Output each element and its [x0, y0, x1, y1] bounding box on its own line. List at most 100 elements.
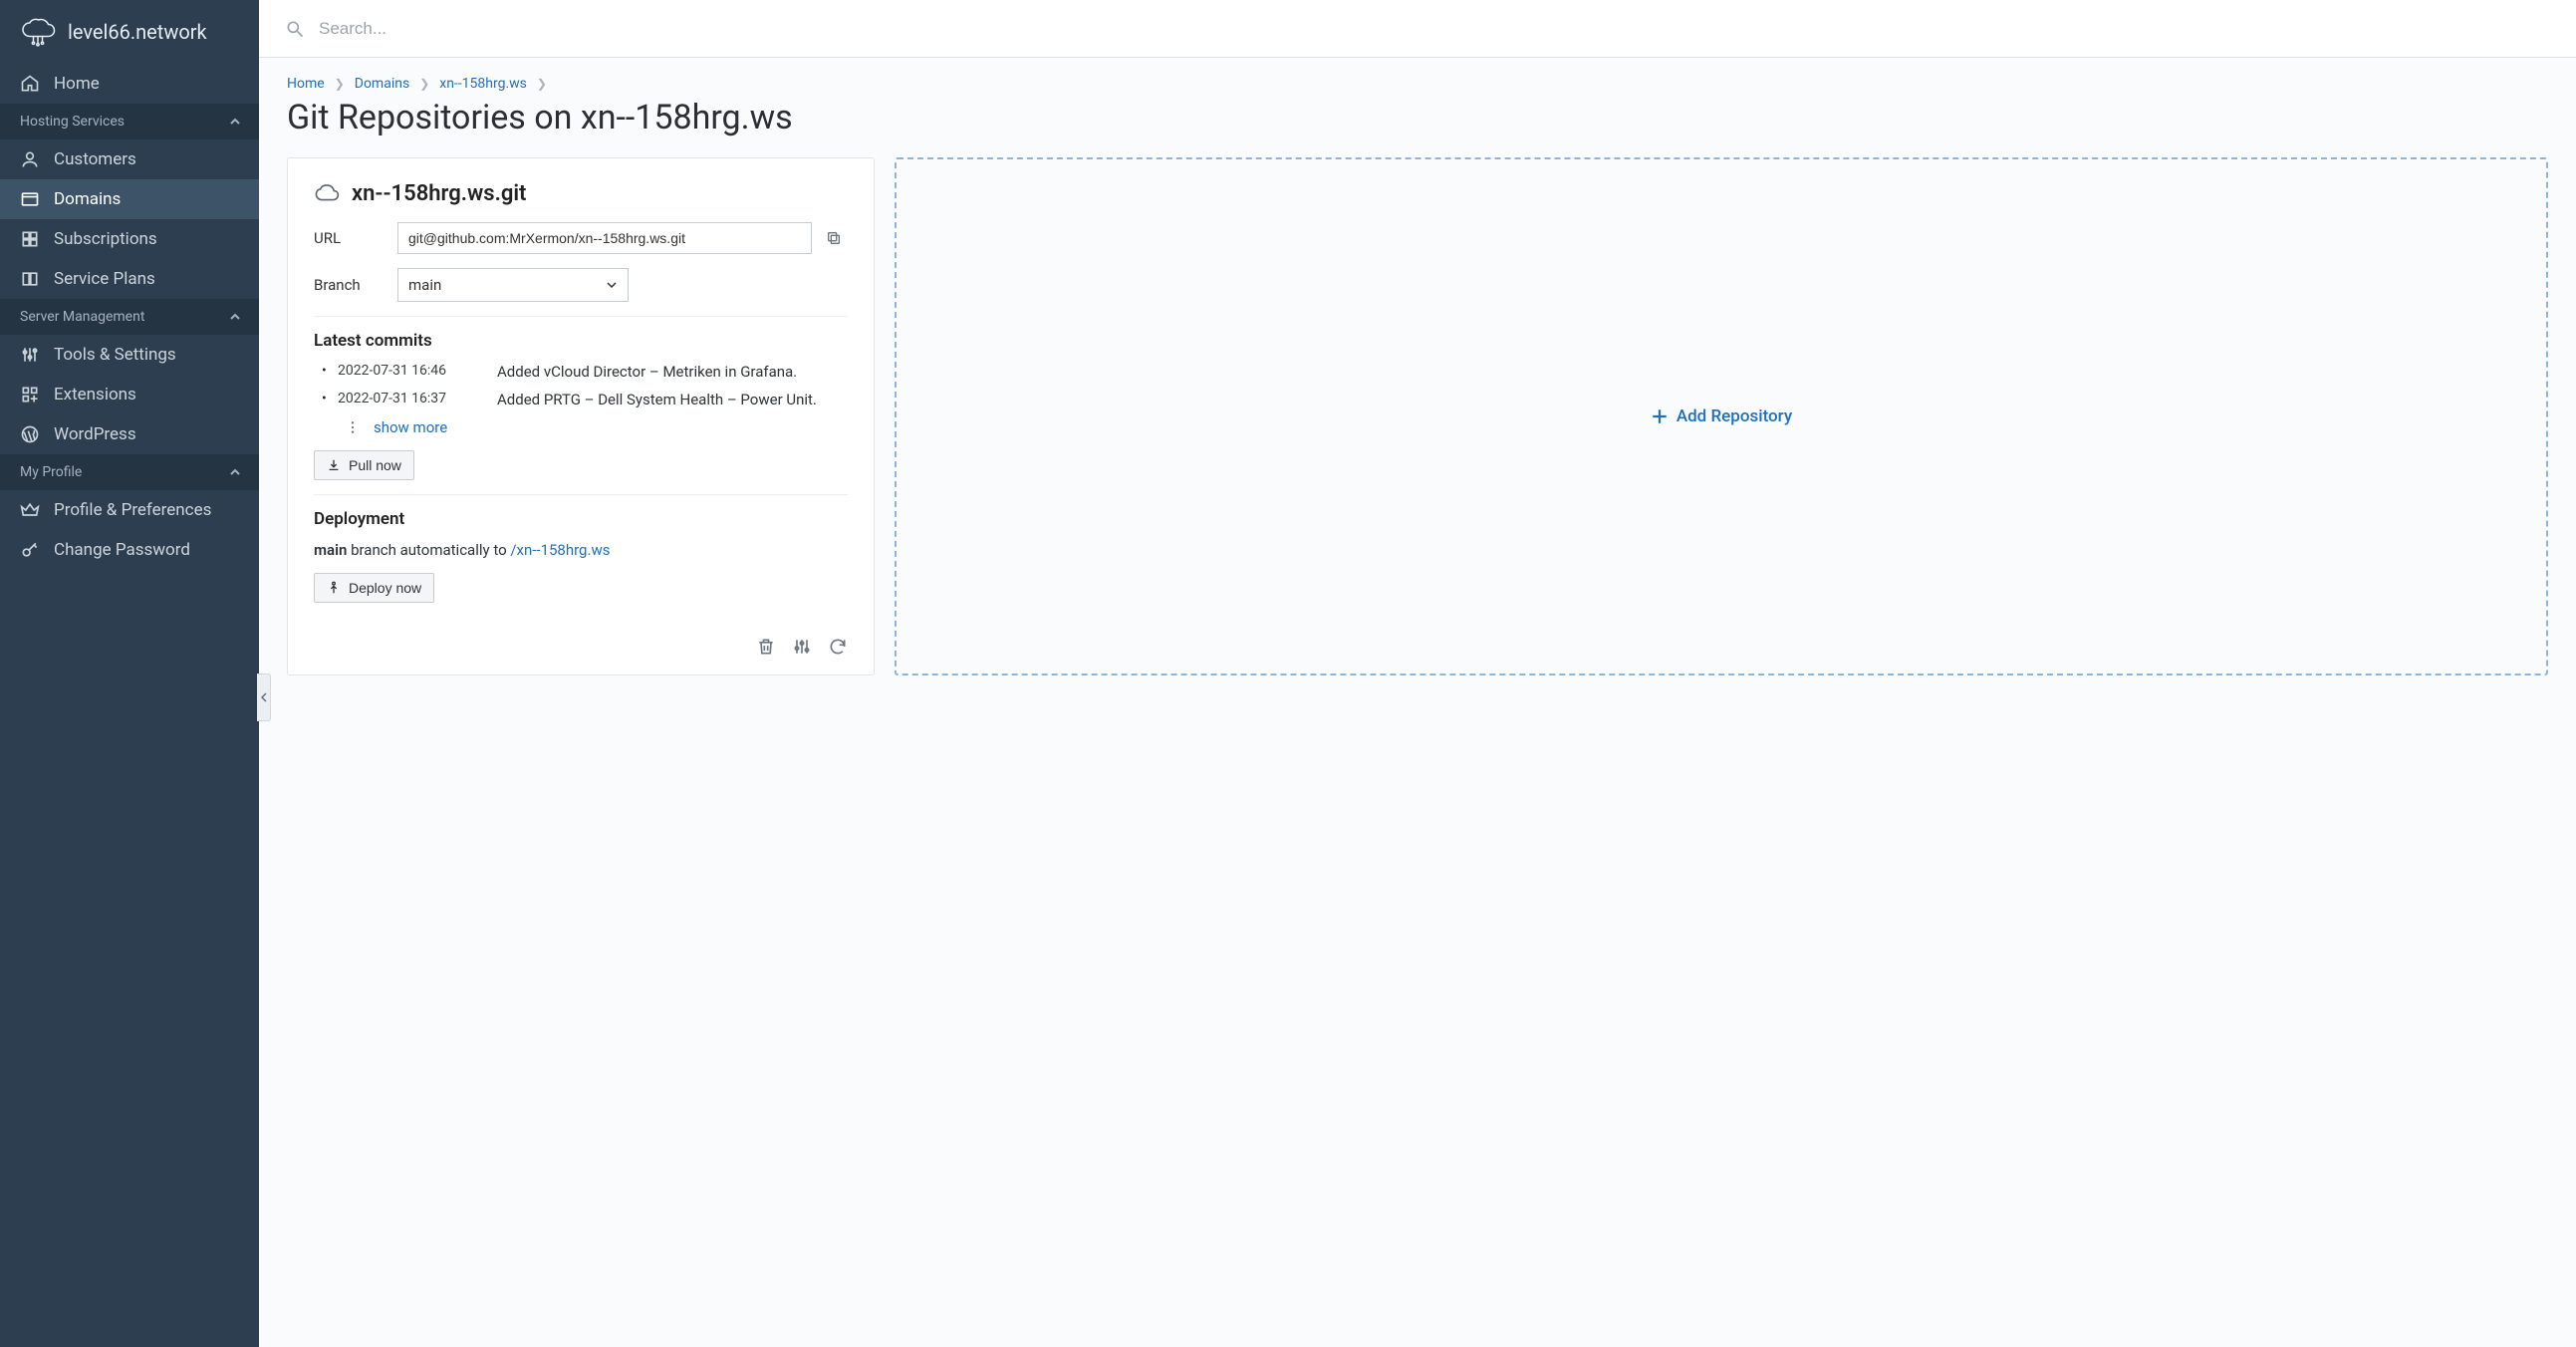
- breadcrumb: Home ❯ Domains ❯ xn--158hrg.ws ❯: [287, 76, 2548, 92]
- nav-wordpress[interactable]: WordPress: [0, 414, 259, 454]
- divider: [314, 494, 848, 495]
- nav-label: Service Plans: [54, 269, 155, 289]
- nav-profile-prefs[interactable]: Profile & Preferences: [0, 490, 259, 530]
- refresh-icon[interactable]: [828, 637, 848, 657]
- sliders-icon: [20, 345, 40, 365]
- nav-service-plans[interactable]: Service Plans: [0, 259, 259, 299]
- trash-icon[interactable]: [756, 637, 776, 657]
- add-repo-label: Add Repository: [1676, 406, 1792, 426]
- settings-sliders-icon[interactable]: [792, 637, 812, 657]
- section-hosting[interactable]: Hosting Services: [0, 104, 259, 139]
- commit-list: 2022-07-31 16:46 Added vCloud Director –…: [314, 363, 848, 436]
- copy-icon: [826, 230, 842, 246]
- cloud-icon: [314, 180, 340, 206]
- branch-select[interactable]: main: [397, 268, 629, 302]
- repo-name: xn--158hrg.ws.git: [352, 181, 526, 206]
- commit-message: Added PRTG – Dell System Health – Power …: [497, 391, 848, 408]
- branch-value: main: [408, 276, 441, 294]
- chevron-right-icon: ❯: [419, 77, 429, 91]
- url-row: URL: [314, 222, 848, 254]
- nav-label: Change Password: [54, 540, 190, 560]
- chevron-down-icon: [606, 279, 618, 291]
- nav-extensions[interactable]: Extensions: [0, 375, 259, 414]
- nav-label: Customers: [54, 149, 136, 169]
- grid-plus-icon: [20, 385, 40, 404]
- branch-label: Branch: [314, 276, 397, 294]
- download-icon: [327, 458, 341, 472]
- deploy-mid: branch automatically to: [347, 541, 510, 559]
- commits-heading: Latest commits: [314, 331, 848, 351]
- brand-text: level66.network: [68, 20, 207, 44]
- card-footer: [314, 633, 848, 657]
- nav-customers[interactable]: Customers: [0, 139, 259, 179]
- chevron-left-icon: [260, 692, 268, 702]
- search-icon: [285, 19, 305, 39]
- url-input[interactable]: [397, 222, 812, 254]
- more-vertical-icon: [346, 420, 360, 434]
- chevron-right-icon: ❯: [335, 77, 345, 91]
- nav-label: WordPress: [54, 424, 136, 444]
- chevron-up-icon: [229, 311, 241, 323]
- content: Home ❯ Domains ❯ xn--158hrg.ws ❯ Git Rep…: [259, 58, 2576, 1347]
- section-label: Server Management: [20, 309, 144, 325]
- nav-change-password[interactable]: Change Password: [0, 530, 259, 570]
- repo-card: xn--158hrg.ws.git URL Branch: [287, 157, 875, 675]
- topbar: [259, 0, 2576, 58]
- deploy-path-link[interactable]: /xn--158hrg.ws: [510, 541, 610, 559]
- commit-row: 2022-07-31 16:37 Added PRTG – Dell Syste…: [338, 391, 848, 408]
- deploy-icon: [327, 581, 341, 595]
- cards-row: xn--158hrg.ws.git URL Branch: [287, 157, 2548, 675]
- chevron-right-icon: ❯: [537, 77, 547, 91]
- book-icon: [20, 269, 40, 289]
- plus-icon: [1651, 407, 1669, 425]
- nav-label: Domains: [54, 189, 121, 209]
- section-label: Hosting Services: [20, 114, 125, 130]
- commit-row: 2022-07-31 16:46 Added vCloud Director –…: [338, 363, 848, 381]
- section-server[interactable]: Server Management: [0, 299, 259, 335]
- brand-logo[interactable]: level66.network: [0, 0, 259, 64]
- deploy-branch: main: [314, 541, 347, 559]
- nav-subscriptions[interactable]: Subscriptions: [0, 219, 259, 259]
- sidebar: level66.network Home Hosting Services Cu…: [0, 0, 259, 1347]
- commit-message: Added vCloud Director – Metriken in Graf…: [497, 363, 848, 381]
- commit-date: 2022-07-31 16:37: [338, 391, 497, 406]
- user-icon: [20, 149, 40, 169]
- search-input[interactable]: [319, 19, 717, 39]
- button-label: Deploy now: [349, 580, 421, 596]
- breadcrumb-domain[interactable]: xn--158hrg.ws: [439, 76, 527, 92]
- grid-icon: [20, 229, 40, 249]
- show-more-link[interactable]: show more: [374, 418, 447, 436]
- nav-label: Profile & Preferences: [54, 500, 211, 520]
- key-icon: [20, 540, 40, 560]
- nav-label: Home: [54, 74, 100, 94]
- divider: [314, 316, 848, 317]
- add-repository-card[interactable]: Add Repository: [895, 157, 2548, 675]
- show-more-row: show more: [346, 418, 848, 436]
- deploy-heading: Deployment: [314, 509, 848, 529]
- nav-label: Extensions: [54, 385, 136, 404]
- wordpress-icon: [20, 424, 40, 444]
- main: Home ❯ Domains ❯ xn--158hrg.ws ❯ Git Rep…: [259, 0, 2576, 1347]
- nav-label: Subscriptions: [54, 229, 157, 249]
- deploy-now-button[interactable]: Deploy now: [314, 573, 434, 603]
- chevron-up-icon: [229, 116, 241, 128]
- nav-home[interactable]: Home: [0, 64, 259, 104]
- cloud-network-icon: [20, 14, 56, 50]
- pull-now-button[interactable]: Pull now: [314, 450, 414, 480]
- section-profile[interactable]: My Profile: [0, 454, 259, 490]
- button-label: Pull now: [349, 457, 401, 473]
- commit-date: 2022-07-31 16:46: [338, 363, 497, 379]
- nav-tools[interactable]: Tools & Settings: [0, 335, 259, 375]
- copy-button[interactable]: [820, 224, 848, 252]
- crown-icon: [20, 500, 40, 520]
- section-label: My Profile: [20, 464, 82, 480]
- breadcrumb-home[interactable]: Home: [287, 76, 325, 92]
- nav-label: Tools & Settings: [54, 345, 176, 365]
- sidebar-collapse-handle[interactable]: [257, 674, 271, 721]
- nav-domains[interactable]: Domains: [0, 179, 259, 219]
- home-icon: [20, 74, 40, 94]
- breadcrumb-domains[interactable]: Domains: [355, 76, 409, 92]
- repo-header: xn--158hrg.ws.git: [314, 180, 848, 206]
- url-label: URL: [314, 229, 397, 247]
- deploy-text: main branch automatically to /xn--158hrg…: [314, 541, 848, 559]
